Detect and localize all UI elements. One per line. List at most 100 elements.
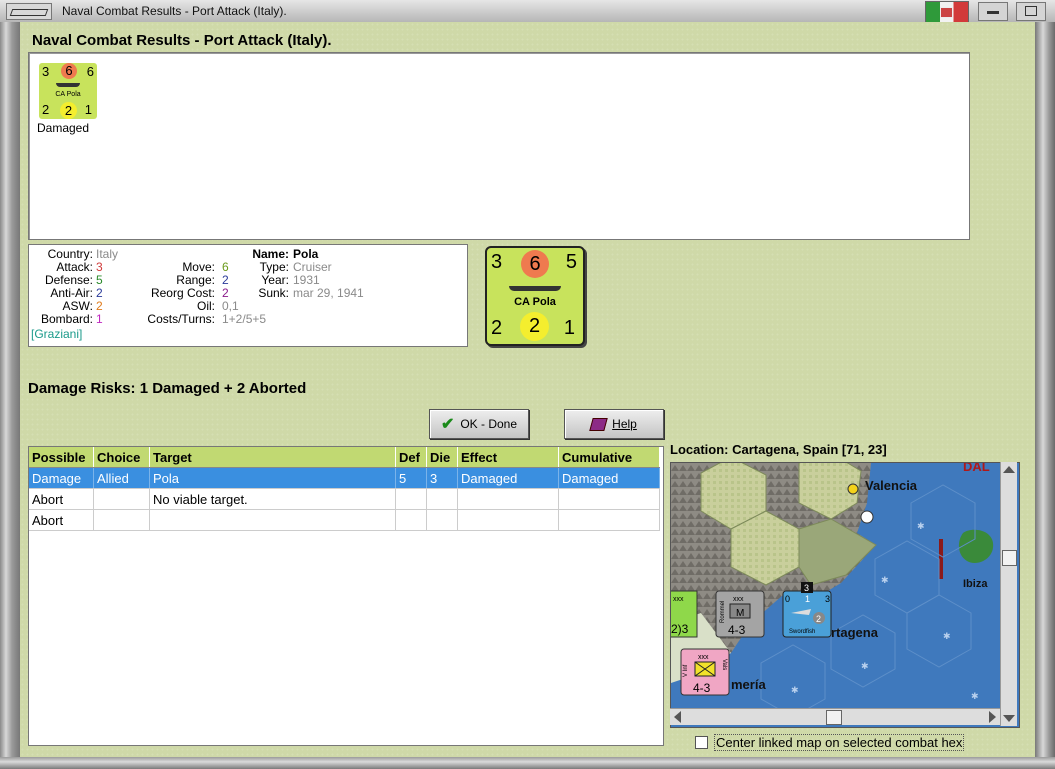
column-header-effect[interactable]: Effect	[457, 447, 559, 468]
center-map-option[interactable]: Center linked map on selected combat hex	[695, 734, 965, 751]
page-title: Naval Combat Results - Port Attack (Ital…	[32, 32, 332, 49]
cell-choice: Allied	[93, 467, 150, 489]
cell-possible: Abort	[29, 509, 94, 531]
map-unit-grey[interactable]: xxx M 4-3 Rommel	[715, 590, 765, 638]
ok-done-label: OK - Done	[460, 417, 518, 431]
linked-map[interactable]: ✱ ✱ ✱ ✱ ✱ ✱ Valencia Ibiza DAL rtagena mería…	[670, 462, 1020, 728]
country-label: Country:	[47, 247, 93, 261]
reorg-cost-label: Reorg Cost:	[150, 286, 215, 300]
big-counter-name: CA Pola	[514, 296, 556, 308]
cell-cumulative	[558, 488, 660, 510]
big-counter-asw: 1	[563, 317, 575, 339]
type-label: Type:	[259, 260, 289, 274]
scroll-down-icon[interactable]	[1003, 715, 1015, 722]
italy-flag-icon	[925, 1, 969, 23]
cell-effect: Damaged	[457, 467, 559, 489]
big-counter-def-circle: 2	[520, 312, 549, 341]
maximize-button[interactable]	[1016, 2, 1046, 21]
cell-choice	[93, 509, 150, 531]
window-icon	[9, 9, 49, 16]
unit-size: xxx	[698, 654, 709, 661]
table-row[interactable]: Damage Allied Pola 5 3 Damaged Damaged	[29, 467, 660, 489]
svg-text:✱: ✱	[881, 575, 889, 585]
checkmark-icon: ✔	[440, 416, 455, 433]
map-label-valencia: Valencia	[865, 478, 918, 493]
column-header-def[interactable]: Def	[395, 447, 427, 468]
cell-possible: Damage	[29, 467, 94, 489]
unit-counter-large: 3 6 5 CA Pola 2 2 1	[485, 246, 585, 346]
attack-label: Attack:	[56, 260, 93, 274]
name-value: Pola	[293, 247, 319, 261]
unit-strength: 4-3	[693, 681, 711, 695]
center-map-label[interactable]: Center linked map on selected combat hex	[714, 734, 965, 751]
bombard-label: Bombard:	[40, 312, 93, 326]
range-value: 2	[222, 273, 229, 287]
big-counter-attack: 3	[491, 251, 503, 273]
maximize-icon	[1025, 6, 1037, 16]
column-header-target[interactable]: Target	[149, 447, 396, 468]
counter-def-circle: 2	[60, 102, 77, 119]
counter-name: CA Pola	[55, 91, 81, 98]
year-label: Year:	[261, 273, 289, 287]
unit-stat: 3	[825, 594, 830, 604]
move-label: Move:	[182, 260, 215, 274]
cell-def: 5	[395, 467, 427, 489]
column-header-possible[interactable]: Possible	[29, 447, 94, 468]
system-menu-button[interactable]	[6, 3, 52, 20]
move-value: 6	[222, 260, 229, 274]
scroll-thumb[interactable]	[1002, 550, 1017, 566]
help-button[interactable]: Help	[564, 409, 664, 439]
counter-aa: 2	[42, 102, 50, 117]
cell-target	[149, 509, 396, 531]
unit-stat: 0	[785, 594, 790, 604]
counter-move: 6	[86, 64, 94, 79]
unit-stats-panel: Country: Italy Attack: 3 Defense: 5 Anti…	[28, 244, 468, 347]
map-horizontal-scrollbar[interactable]	[670, 708, 1000, 725]
cell-def	[395, 509, 427, 531]
svg-text:✱: ✱	[791, 685, 799, 695]
column-header-choice[interactable]: Choice	[93, 447, 150, 468]
oil-label: Oil:	[197, 299, 215, 313]
window-frame-bottom	[0, 757, 1055, 769]
defense-label: Defense:	[44, 273, 93, 287]
table-row[interactable]: Abort No viable target.	[29, 488, 660, 510]
unit-symbol: M	[736, 608, 744, 619]
asw-value: 2	[96, 299, 103, 313]
counter-defense-circle: 6	[61, 63, 77, 79]
scroll-up-icon[interactable]	[1003, 466, 1015, 473]
scroll-left-icon[interactable]	[674, 711, 681, 723]
sunk-label: Sunk:	[258, 286, 289, 300]
map-label-top-clip: DAL	[963, 463, 990, 474]
antiair-label: Anti-Air:	[50, 286, 93, 300]
map-canvas: ✱ ✱ ✱ ✱ ✱ ✱ Valencia Ibiza DAL rtagena mería…	[671, 463, 1019, 727]
column-header-cumulative[interactable]: Cumulative	[558, 447, 660, 468]
ok-done-button[interactable]: ✔ OK - Done	[429, 409, 529, 439]
unit-size: xxx	[673, 596, 684, 603]
map-unit-green[interactable]: xxx 2)3	[671, 590, 698, 638]
city-valencia-icon	[847, 483, 859, 495]
table-row[interactable]: Abort	[29, 509, 660, 531]
costs-turns-label: Costs/Turns:	[147, 312, 215, 326]
cell-choice	[93, 488, 150, 510]
unit-counter-ca-pola[interactable]: 3 6 6 CA Pola 2 2 1	[39, 63, 97, 119]
cell-die	[426, 509, 458, 531]
window-frame-right	[1035, 22, 1055, 757]
svg-text:✱: ✱	[917, 521, 925, 531]
scroll-right-icon[interactable]	[989, 711, 996, 723]
map-vertical-scrollbar[interactable]	[1000, 462, 1017, 726]
combat-results-table: Possible Choice Target Def Die Effect Cu…	[28, 446, 664, 746]
help-label: Help	[612, 417, 637, 431]
map-unit-pink[interactable]: xxx 4-3 Vals V Inf	[680, 648, 730, 696]
svg-text:✱: ✱	[943, 631, 951, 641]
column-header-die[interactable]: Die	[426, 447, 458, 468]
antiair-value: 2	[96, 286, 103, 300]
location-label: Location: Cartagena, Spain [71, 23]	[670, 442, 887, 457]
stack-count: 3	[804, 583, 809, 593]
title-bar: Naval Combat Results - Port Attack (Ital…	[0, 0, 1055, 23]
minimize-button[interactable]	[978, 2, 1008, 21]
range-label: Range:	[176, 273, 215, 287]
counter-attack: 3	[42, 64, 50, 79]
scroll-thumb[interactable]	[826, 710, 842, 725]
leader-link[interactable]: [Graziani]	[31, 327, 82, 341]
center-map-checkbox[interactable]	[695, 736, 708, 749]
